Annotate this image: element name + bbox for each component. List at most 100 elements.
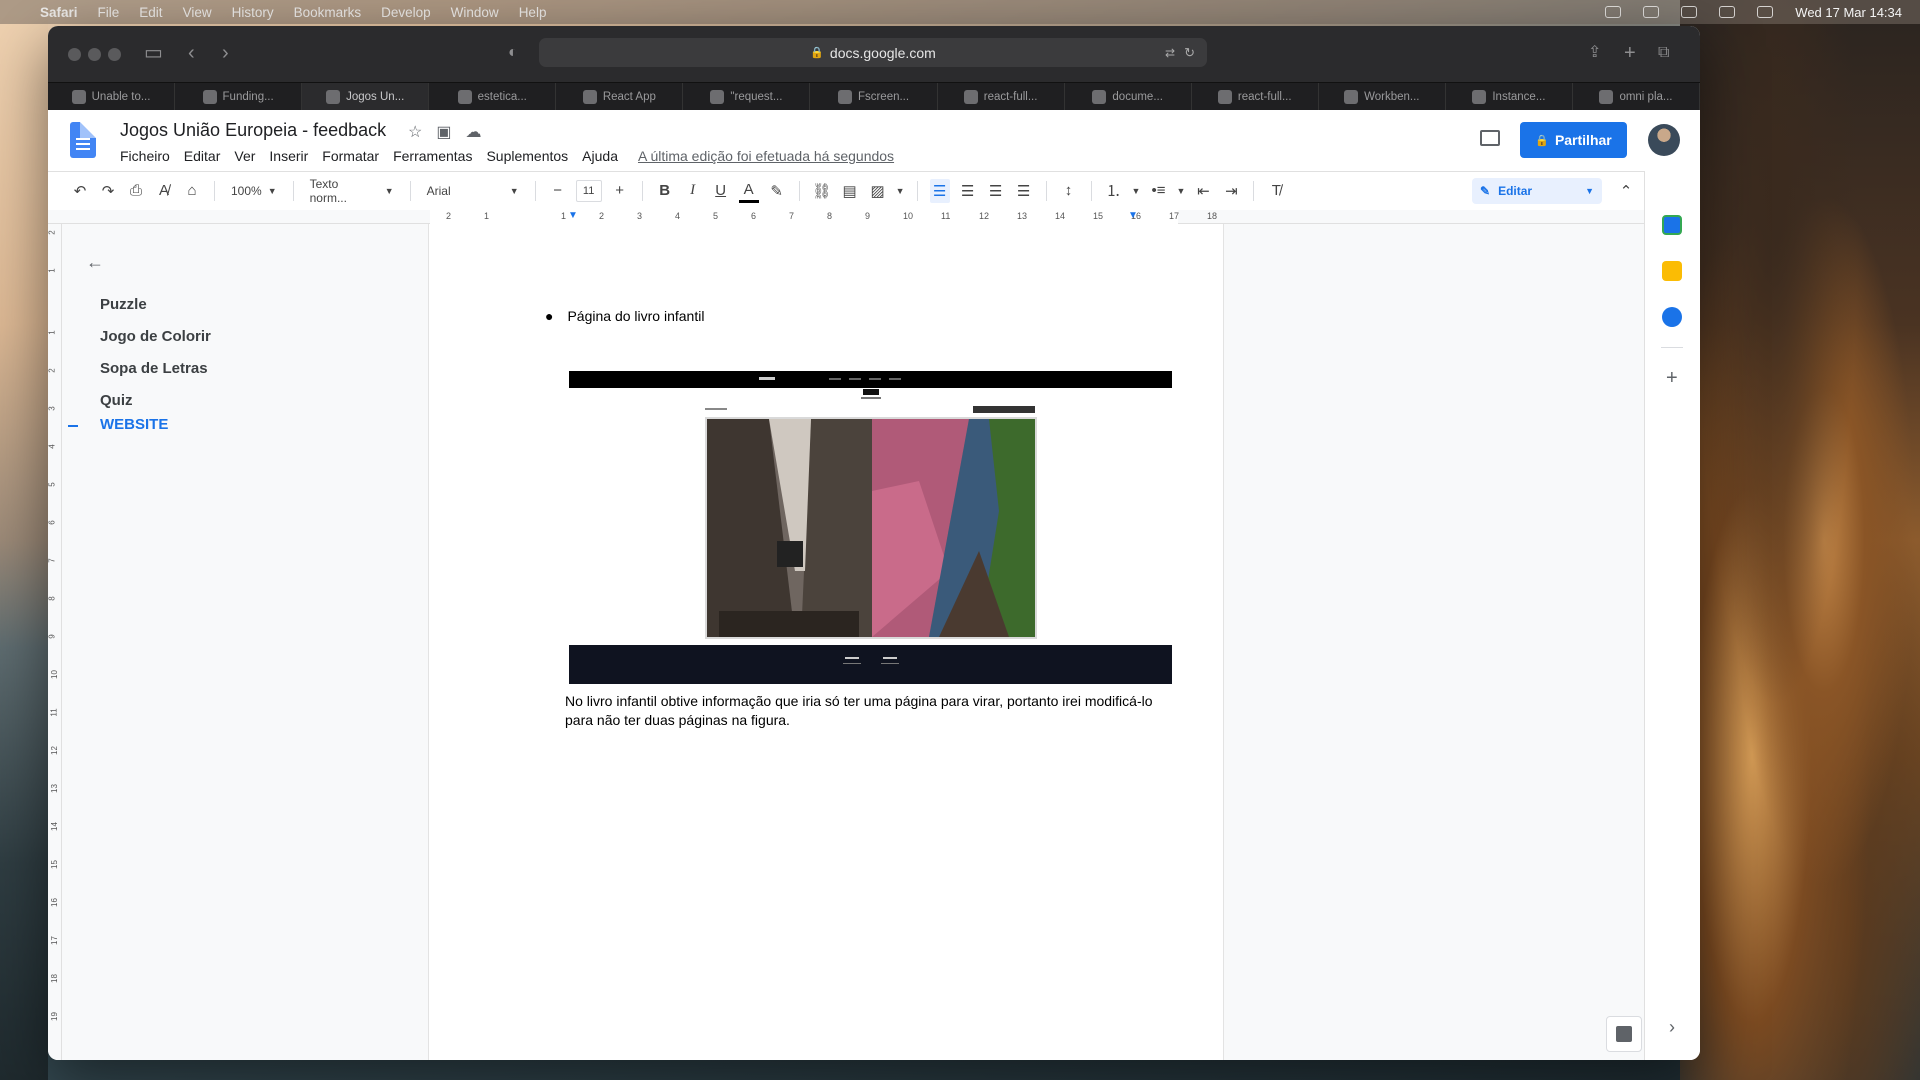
battery-icon[interactable] <box>1719 6 1736 18</box>
menu-help[interactable]: Help <box>509 5 557 20</box>
align-left-icon[interactable]: ☰ <box>929 178 950 203</box>
browser-tab[interactable]: react-full... <box>1192 83 1319 110</box>
first-line-indent-marker-icon[interactable]: ▼ <box>568 210 578 221</box>
close-window-button[interactable] <box>68 48 81 61</box>
highlight-color-icon[interactable]: ✎ <box>767 179 787 203</box>
clear-formatting-icon[interactable]: T̸ <box>1266 179 1286 203</box>
calendar-icon[interactable] <box>1662 215 1682 235</box>
insert-link-icon[interactable]: ⛓ <box>812 179 832 203</box>
browser-tab[interactable]: react-full... <box>938 83 1065 110</box>
browser-tab[interactable]: estetica... <box>429 83 557 110</box>
browser-tab[interactable]: Unable to... <box>48 83 176 110</box>
menu-ficheiro[interactable]: Ficheiro <box>120 148 170 164</box>
minimize-window-button[interactable] <box>88 48 101 61</box>
menu-edit[interactable]: Edit <box>129 5 172 20</box>
menu-inserir[interactable]: Inserir <box>269 148 308 164</box>
bulleted-list-icon[interactable]: •≡ <box>1148 179 1168 203</box>
horizontal-ruler[interactable]: 2 1 1 2 3 4 5 6 7 8 9 10 11 12 13 14 15 … <box>48 210 1644 224</box>
menu-window[interactable]: Window <box>441 5 509 20</box>
redo-icon[interactable]: ↷ <box>98 179 118 203</box>
menu-safari[interactable]: Safari <box>30 5 88 20</box>
outline-item-website[interactable]: WEBSITE <box>100 416 168 433</box>
chevron-down-icon[interactable]: ▼ <box>1176 186 1185 196</box>
embedded-website-screenshot[interactable] <box>569 371 1172 684</box>
google-docs-logo-icon[interactable] <box>70 122 96 158</box>
move-folder-icon[interactable]: ▣ <box>436 122 451 142</box>
outline-item-puzzle[interactable]: Puzzle <box>100 296 147 313</box>
browser-tab[interactable]: omni pla... <box>1573 83 1700 110</box>
spellcheck-icon[interactable]: A̸ <box>154 179 174 203</box>
zoom-dropdown[interactable]: 100% ▼ <box>227 184 281 198</box>
menu-ajuda[interactable]: Ajuda <box>582 148 618 164</box>
browser-tab[interactable]: Instance... <box>1446 83 1573 110</box>
sidebar-toggle-icon[interactable]: ▭ <box>144 43 163 63</box>
back-arrow-icon[interactable]: ‹ <box>188 43 195 63</box>
reload-icon[interactable]: ↻ <box>1184 45 1195 61</box>
print-icon[interactable]: ⎙ <box>126 179 146 203</box>
font-dropdown[interactable]: Arial ▼ <box>423 184 523 198</box>
control-center-icon[interactable] <box>1757 6 1774 18</box>
browser-tab[interactable]: React App <box>556 83 684 110</box>
paragraph-text[interactable]: No livro infantil obtive informação que … <box>565 692 1165 730</box>
italic-icon[interactable]: I <box>683 179 703 203</box>
tab-overview-icon[interactable]: ⧉ <box>1658 43 1669 63</box>
numbered-list-icon[interactable]: ⒈ <box>1104 179 1124 203</box>
zoom-window-button[interactable] <box>108 48 121 61</box>
menu-suplementos[interactable]: Suplementos <box>486 148 568 164</box>
insert-image-icon[interactable]: ▨ <box>868 179 888 203</box>
align-right-icon[interactable]: ☰ <box>986 179 1006 203</box>
translate-icon[interactable]: ⇄ <box>1165 46 1175 60</box>
list-item[interactable]: ● Página do livro infantil <box>545 308 704 324</box>
add-addon-icon[interactable]: + <box>1666 367 1678 390</box>
outline-item-sopa-de-letras[interactable]: Sopa de Letras <box>100 360 208 377</box>
menu-view[interactable]: View <box>173 5 222 20</box>
status-icon[interactable] <box>1681 6 1698 18</box>
menu-editar[interactable]: Editar <box>184 148 221 164</box>
add-comment-icon[interactable]: ▤ <box>840 179 860 203</box>
outline-item-jogo-de-colorir[interactable]: Jogo de Colorir <box>100 328 211 345</box>
share-icon[interactable]: ⇪ <box>1588 43 1601 63</box>
expand-panel-chevron-icon[interactable]: › <box>1669 1017 1675 1038</box>
decrease-font-size-icon[interactable]: − <box>548 179 568 203</box>
browser-tab[interactable]: Workben... <box>1319 83 1446 110</box>
paragraph-style-dropdown[interactable]: Texto norm... ▼ <box>306 177 398 205</box>
decrease-indent-icon[interactable]: ⇤ <box>1193 179 1213 203</box>
bold-icon[interactable]: B <box>655 179 675 203</box>
browser-tab[interactable]: Fscreen... <box>810 83 938 110</box>
comment-history-icon[interactable] <box>1480 130 1500 146</box>
justify-icon[interactable]: ☰ <box>1014 179 1034 203</box>
last-edit-link[interactable]: A última edição foi efetuada há segundos <box>638 148 894 164</box>
back-arrow-icon[interactable]: ← <box>86 252 104 273</box>
increase-indent-icon[interactable]: ⇥ <box>1221 179 1241 203</box>
new-tab-icon[interactable]: + <box>1624 43 1636 63</box>
vertical-ruler[interactable]: 2 1 1 2 3 4 5 6 7 8 9 10 11 12 13 14 15 … <box>48 224 62 1060</box>
browser-tab[interactable]: "request... <box>683 83 811 110</box>
browser-tab[interactable]: docume... <box>1065 83 1192 110</box>
menu-file[interactable]: File <box>88 5 130 20</box>
tasks-icon[interactable] <box>1662 307 1682 327</box>
underline-icon[interactable]: U <box>711 179 731 203</box>
avatar[interactable] <box>1648 124 1680 156</box>
chevron-down-icon[interactable]: ▼ <box>1132 186 1141 196</box>
document-title[interactable]: Jogos União Europeia - feedback <box>120 120 386 141</box>
clock[interactable]: Wed 17 Mar 14:34 <box>1795 5 1902 20</box>
outline-item-quiz[interactable]: Quiz <box>100 392 133 409</box>
line-spacing-icon[interactable]: ↕ <box>1059 179 1079 203</box>
status-icon[interactable] <box>1605 6 1622 18</box>
font-size-input[interactable]: 11 <box>575 179 602 202</box>
privacy-shield-icon[interactable]: ◐ <box>508 43 518 63</box>
chevron-down-icon[interactable]: ▼ <box>896 186 905 196</box>
increase-font-size-icon[interactable]: + <box>610 179 630 203</box>
browser-tab-active[interactable]: Jogos Un... <box>302 83 430 110</box>
browser-tab[interactable]: Funding... <box>175 83 303 110</box>
keep-icon[interactable] <box>1662 261 1682 281</box>
menu-formatar[interactable]: Formatar <box>322 148 379 164</box>
star-icon[interactable]: ☆ <box>408 122 422 142</box>
status-icon[interactable] <box>1643 6 1660 18</box>
menu-bookmarks[interactable]: Bookmarks <box>284 5 372 20</box>
explore-button[interactable] <box>1606 1016 1642 1052</box>
menu-history[interactable]: History <box>222 5 284 20</box>
address-bar[interactable]: 🔒 docs.google.com ↻ ⇄ <box>539 38 1207 67</box>
hide-menus-icon[interactable]: ⌃ <box>1616 179 1636 203</box>
editing-mode-dropdown[interactable]: ✎ Editar ▼ <box>1472 178 1602 204</box>
